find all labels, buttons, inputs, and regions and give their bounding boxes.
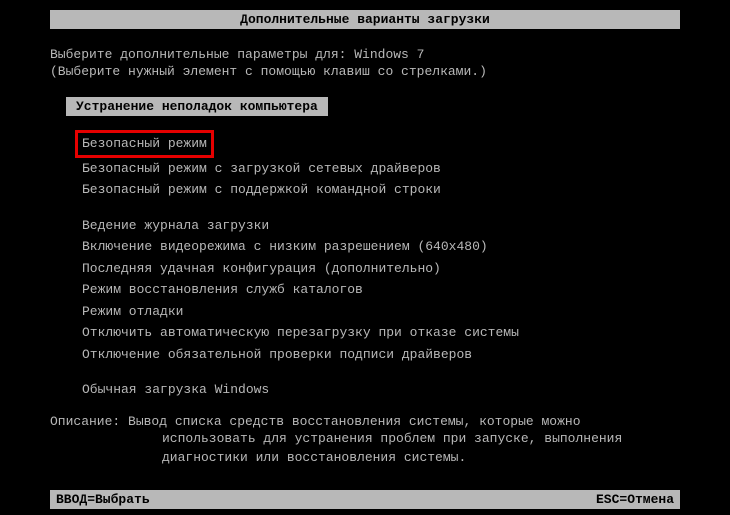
safe-mode-highlight-box: Безопасный режим [75,130,214,158]
instruction-line-1: Выберите дополнительные параметры для: W… [50,47,680,62]
description-label: Описание: [50,414,128,429]
menu-item-normal-start[interactable]: Обычная загрузка Windows [82,380,680,400]
menu-item-safe-mode-network[interactable]: Безопасный режим с загрузкой сетевых дра… [82,159,680,179]
menu-item-safe-mode[interactable]: Безопасный режим [82,136,207,151]
menu-item-disable-driver-sig[interactable]: Отключение обязательной проверки подписи… [82,345,680,365]
description-text-1: Вывод списка средств восстановления сист… [128,414,580,429]
menu-item-boot-logging[interactable]: Ведение журнала загрузки [82,216,680,236]
spacer [82,202,680,216]
instruction-line-2: (Выберите нужный элемент с помощью клави… [50,64,680,79]
boot-options-menu: Безопасный режим Безопасный режим с загр… [82,130,680,400]
footer-bar: ВВОД=Выбрать ESC=Отмена [50,490,680,509]
menu-item-safe-mode-cmd[interactable]: Безопасный режим с поддержкой командной … [82,180,680,200]
description-section: Описание: Вывод списка средств восстанов… [50,414,680,468]
description-text-3: диагностики или восстановления системы. [162,448,680,468]
menu-item-disable-auto-restart[interactable]: Отключить автоматическую перезагрузку пр… [82,323,680,343]
menu-item-low-res[interactable]: Включение видеорежима с низким разрешени… [82,237,680,257]
menu-item-last-known-good[interactable]: Последняя удачная конфигурация (дополнит… [82,259,680,279]
spacer [82,366,680,380]
description-text-2: использовать для устранения проблем при … [162,429,680,449]
page-title: Дополнительные варианты загрузки [240,12,490,27]
menu-item-ds-restore[interactable]: Режим восстановления служб каталогов [82,280,680,300]
repair-computer-label: Устранение неполадок компьютера [76,99,318,114]
repair-computer-option[interactable]: Устранение неполадок компьютера [66,97,328,116]
menu-item-debug-mode[interactable]: Режим отладки [82,302,680,322]
title-bar: Дополнительные варианты загрузки [50,10,680,29]
content-area: Выберите дополнительные параметры для: W… [0,29,730,468]
